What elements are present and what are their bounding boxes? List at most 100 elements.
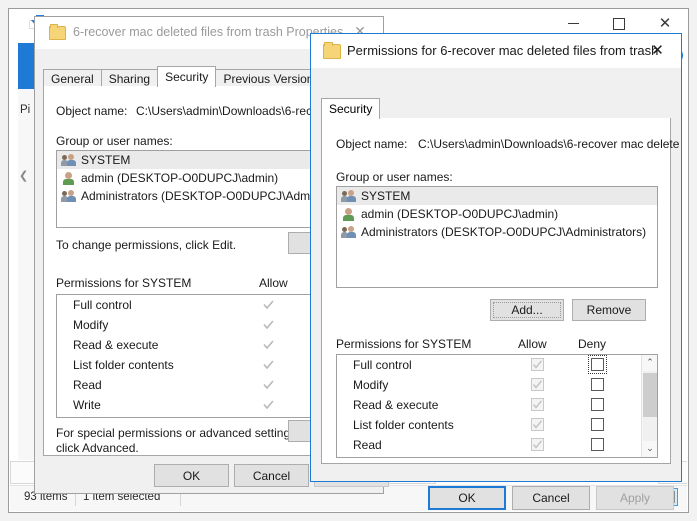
allow-check-icon — [262, 298, 275, 311]
deny-column-header: Deny — [578, 337, 606, 351]
folder-icon — [323, 44, 341, 59]
allow-check-icon — [262, 378, 275, 391]
list-item[interactable]: admin (DESKTOP-O0DUPCJ\admin) — [337, 205, 657, 223]
list-item-label: SYSTEM — [361, 189, 410, 203]
allow-checkbox — [531, 398, 544, 411]
deny-checkbox[interactable] — [591, 418, 604, 431]
permissions-header-label: Permissions for SYSTEM — [56, 276, 191, 290]
permissions-ok-button[interactable]: OK — [428, 486, 506, 510]
ok-button-label: OK — [458, 491, 475, 505]
permission-name: Read & execute — [353, 398, 438, 412]
object-name-value: C:\Users\admin\Downloads\6-recover mac d… — [418, 137, 679, 151]
tab-security[interactable]: Security — [157, 66, 216, 87]
object-name-label: Object name: — [56, 104, 127, 118]
scroll-up-icon[interactable]: ⌃ — [642, 355, 658, 371]
remove-button-label: Remove — [587, 303, 632, 317]
allow-checkbox — [531, 378, 544, 391]
permission-name: Read — [353, 438, 382, 452]
permission-name: List folder contents — [353, 418, 454, 432]
permissions-header-label: Permissions for SYSTEM — [336, 337, 471, 351]
close-icon: ✕ — [651, 41, 664, 59]
add-button-label: Add... — [511, 303, 542, 317]
allow-check-icon — [262, 338, 275, 351]
advanced-hint-line1: For special permissions or advanced sett… — [56, 426, 299, 440]
permissions-acl-list[interactable]: Full control Modify Read & execute — [336, 354, 658, 458]
properties-ok-button[interactable]: OK — [154, 464, 229, 487]
tab-security[interactable]: Security — [321, 98, 380, 119]
list-item-label: admin (DESKTOP-O0DUPCJ\admin) — [361, 207, 558, 221]
advanced-hint-line2: click Advanced. — [56, 441, 139, 455]
table-row: List folder contents — [337, 415, 657, 435]
object-name-value: C:\Users\admin\Downloads\6-recover — [136, 104, 335, 118]
permissions-apply-button: Apply — [596, 486, 674, 510]
permissions-cancel-button[interactable]: Cancel — [512, 486, 590, 510]
single-user-icon — [341, 207, 357, 221]
deny-checkbox[interactable] — [591, 398, 604, 411]
properties-cancel-button[interactable]: Cancel — [234, 464, 309, 487]
allow-checkbox — [531, 438, 544, 451]
allow-check-icon — [262, 358, 275, 371]
ribbon-selection-highlight — [18, 43, 34, 89]
table-row: Read — [337, 435, 657, 455]
allow-check-icon — [262, 398, 275, 411]
permissions-title: Permissions for 6-recover mac deleted fi… — [347, 43, 658, 58]
deny-checkbox[interactable] — [591, 358, 604, 371]
add-button[interactable]: Add... — [490, 299, 564, 321]
permissions-titlebar: Permissions for 6-recover mac deleted fi… — [311, 34, 681, 68]
allow-checkbox — [531, 418, 544, 431]
folder-icon — [49, 26, 66, 40]
allow-checkbox — [531, 358, 544, 371]
object-name-label: Object name: — [336, 137, 407, 151]
deny-checkbox[interactable] — [591, 378, 604, 391]
remove-button[interactable]: Remove — [572, 299, 646, 321]
allow-column-header: Allow — [259, 276, 288, 290]
list-item[interactable]: SYSTEM — [337, 187, 657, 205]
pin-label: Pi — [20, 104, 30, 116]
permissions-dialog: Permissions for 6-recover mac deleted fi… — [310, 33, 682, 482]
permission-name: Full control — [73, 298, 132, 312]
permission-name: Write — [73, 398, 101, 412]
group-users-icon — [341, 189, 357, 203]
table-row: Modify — [337, 375, 657, 395]
table-row-partial — [337, 455, 657, 458]
close-icon: ✕ — [659, 16, 672, 31]
collapse-chevron-icon[interactable]: ❮ — [19, 169, 28, 182]
apply-button-label: Apply — [620, 491, 650, 505]
screen-root: ⎕ 🗋 ▮ | Downloads ✕ ? Pi ❮ — [0, 0, 697, 521]
tab-general[interactable]: General — [43, 69, 102, 86]
cancel-button-label: Cancel — [253, 469, 290, 483]
permission-name: Full control — [353, 358, 412, 372]
scroll-thumb[interactable] — [643, 373, 657, 417]
permissions-security-panel: Object name: C:\Users\admin\Downloads\6-… — [321, 118, 671, 464]
list-item[interactable]: Administrators (DESKTOP-O0DUPCJ\Administ… — [337, 223, 657, 241]
table-row: Read & execute — [337, 395, 657, 415]
list-item-label: SYSTEM — [81, 153, 130, 167]
ok-button-label: OK — [183, 469, 200, 483]
permission-name: List folder contents — [73, 358, 174, 372]
cancel-button-label: Cancel — [532, 491, 569, 505]
permission-name: Read — [73, 378, 102, 392]
table-row: Full control — [337, 355, 657, 375]
permission-name: Read & execute — [73, 338, 158, 352]
permissions-close-button[interactable]: ✕ — [635, 35, 680, 65]
permission-name: Modify — [73, 318, 108, 332]
allow-column-header: Allow — [518, 337, 547, 351]
list-item-label: admin (DESKTOP-O0DUPCJ\admin) — [81, 171, 278, 185]
properties-title: 6-recover mac deleted files from trash P… — [73, 25, 343, 39]
single-user-icon — [61, 171, 77, 185]
permissions-tabstrip: Security — [321, 96, 671, 119]
deny-checkbox[interactable] — [591, 438, 604, 451]
group-or-user-names-label: Group or user names: — [336, 170, 453, 184]
group-users-icon — [61, 153, 77, 167]
permissions-user-list[interactable]: SYSTEM admin (DESKTOP-O0DUPCJ\admin) — [336, 186, 658, 288]
scroll-down-icon[interactable]: ⌄ — [642, 441, 658, 457]
allow-check-icon — [262, 318, 275, 331]
edit-hint-text: To change permissions, click Edit. — [56, 238, 236, 252]
group-users-icon — [61, 189, 77, 203]
permissions-scrollbar[interactable]: ⌃ ⌄ — [641, 355, 657, 457]
permission-name: Modify — [353, 378, 388, 392]
tab-sharing[interactable]: Sharing — [101, 69, 158, 86]
navigation-pane — [18, 89, 35, 484]
group-users-icon — [341, 225, 357, 239]
list-item-label: Administrators (DESKTOP-O0DUPCJ\Administ… — [361, 225, 646, 239]
